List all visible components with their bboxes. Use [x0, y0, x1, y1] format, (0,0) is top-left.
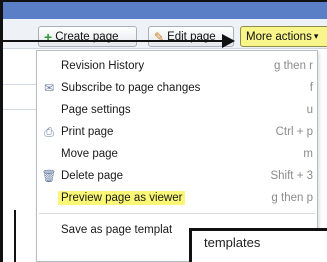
menu-item-shortcut: u: [306, 104, 313, 116]
menu-item-delete-page[interactable]: 🗑 Delete page Shift + 3: [37, 165, 317, 187]
menu-item-label: Preview page as viewer: [58, 191, 186, 205]
annotation-arrow-line: [3, 40, 225, 42]
menu-item-label: Page settings: [61, 104, 131, 116]
menu-separator: [39, 213, 315, 214]
divider: [3, 109, 37, 110]
menu-item-shortcut: m: [303, 148, 313, 160]
menu-item-shortcut: Shift + 3: [270, 170, 313, 182]
menu-item-label: Delete page: [61, 170, 124, 182]
menu-item-move-page[interactable]: Move page m: [37, 143, 317, 165]
menu-item-shortcut: Ctrl + p: [275, 126, 313, 138]
menu-item-label: Move page: [61, 148, 118, 160]
menu-item-page-settings[interactable]: Page settings u: [37, 99, 317, 121]
trash-icon: 🗑: [41, 169, 57, 183]
annotation-line: [14, 210, 16, 262]
more-actions-button[interactable]: More actions ▾: [240, 26, 327, 47]
left-content-strip: [3, 49, 37, 262]
menu-item-label: Print page: [61, 126, 114, 138]
more-actions-label: More actions: [246, 30, 312, 43]
menu-item-shortcut: g then p: [271, 192, 313, 204]
menu-item-revision-history[interactable]: Revision History g then r: [37, 55, 317, 77]
menu-item-subscribe[interactable]: ✉ Subscribe to page changes f: [37, 77, 317, 99]
create-page-button[interactable]: + Create page: [38, 26, 137, 47]
top-bar: [3, 2, 327, 19]
menu-item-shortcut: g then r: [274, 60, 313, 72]
menu-item-preview-as-viewer[interactable]: Preview page as viewer g then p: [37, 187, 317, 209]
chevron-down-icon: ▾: [313, 31, 319, 41]
menu-item-label: Subscribe to page changes: [61, 82, 201, 94]
menu-item-shortcut: f: [309, 82, 313, 94]
annotation-arrow-head: [222, 34, 235, 48]
divider: [3, 84, 37, 85]
templates-callout-text: templates: [204, 235, 261, 250]
plus-icon: +: [44, 28, 53, 45]
envelope-icon: ✉: [43, 81, 55, 95]
menu-item-label: Revision History: [61, 60, 145, 72]
menu-item-print-page[interactable]: ⎙ Print page Ctrl + p: [37, 121, 317, 143]
printer-icon: ⎙: [44, 124, 54, 139]
templates-callout: templates: [189, 228, 327, 262]
